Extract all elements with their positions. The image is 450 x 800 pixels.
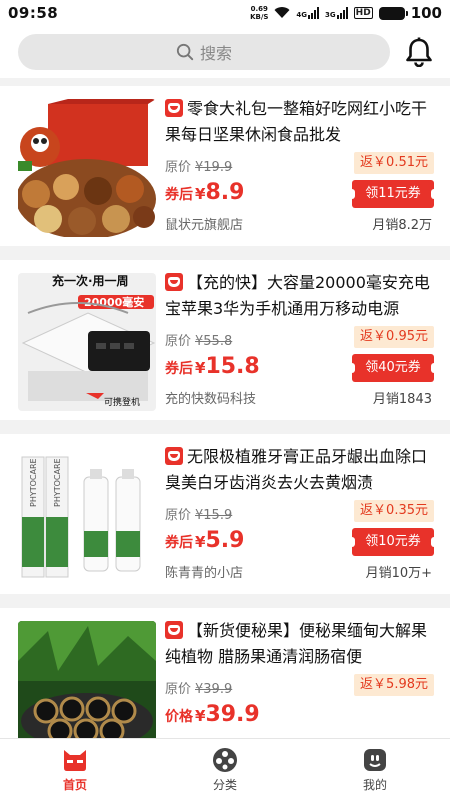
svg-text:充一次·用一周: 充一次·用一周: [52, 273, 129, 288]
status-icons: 0.69 KB/S 4G 3G HD 100: [250, 4, 442, 23]
product-card[interactable]: 充一次·用一周 20000毫安 可携登机 【充的快】大容量20000毫安充电宝苹…: [0, 260, 450, 420]
tmall-icon: [165, 621, 183, 639]
monthly-sales: 月销8.2万: [372, 218, 432, 233]
svg-text:PHYTOCARE: PHYTOCARE: [29, 458, 38, 507]
monthly-sales: 月销10万+: [365, 566, 432, 581]
bell-icon[interactable]: [404, 37, 434, 67]
original-price: 原价 ¥55.8: [165, 334, 233, 349]
battery-percent: 100: [410, 4, 442, 22]
search-input[interactable]: 搜索: [18, 34, 390, 70]
product-image-powerbank: 充一次·用一周 20000毫安 可携登机: [18, 273, 156, 411]
coupon-price: 券后 ¥15.8: [165, 354, 260, 379]
original-price: 原价 ¥19.9: [165, 160, 233, 175]
tab-label: 我的: [362, 777, 387, 792]
monthly-sales: 月销1843: [372, 392, 432, 407]
get-coupon-button[interactable]: 领11元券: [349, 180, 437, 208]
shop-name: 充的快数码科技: [165, 392, 257, 407]
price: 价格 ¥39.9: [165, 702, 260, 727]
tab-label: 首页: [62, 777, 87, 792]
product-image-toothpaste: PHYTOCARE PHYTOCARE: [18, 447, 156, 585]
tab-home[interactable]: 首页: [0, 739, 150, 800]
home-cat-icon: [62, 747, 88, 773]
rebate-badge: 返￥0.95元: [354, 326, 434, 348]
product-card[interactable]: PHYTOCARE PHYTOCARE 无限极植雅牙膏正品牙龈出血除口臭美白牙齿…: [0, 434, 450, 594]
coupon-price: 券后 ¥8.9: [165, 180, 245, 205]
original-price: 原价 ¥15.9: [165, 508, 233, 523]
svg-text:可携登机: 可携登机: [104, 396, 140, 408]
tab-category[interactable]: 分类: [150, 739, 300, 800]
shop-name: 鼠状元旗舰店: [165, 218, 244, 233]
header: 搜索: [0, 26, 450, 78]
rebate-badge: 返￥0.51元: [354, 152, 434, 174]
tab-label: 分类: [212, 777, 237, 792]
product-image-laxative-fruit: [18, 621, 156, 748]
wifi-icon: [274, 4, 290, 23]
tmall-icon: [165, 273, 183, 291]
profile-icon: [362, 747, 388, 773]
product-title[interactable]: 零食大礼包一整箱好吃网红小吃干果每日坚果休闲食品批发: [165, 96, 435, 148]
status-time: 09:58: [8, 4, 59, 22]
svg-text:PHYTOCARE: PHYTOCARE: [53, 458, 62, 507]
coupon-price: 券后 ¥5.9: [165, 528, 245, 553]
rebate-badge: 返￥0.35元: [354, 500, 434, 522]
status-bar: 09:58 0.69 KB/S 4G 3G HD 100: [0, 0, 450, 26]
category-dots-icon: [212, 747, 238, 773]
search-placeholder: 搜索: [199, 44, 232, 63]
product-title[interactable]: 【充的快】大容量20000毫安充电宝苹果3华为手机通用万移动电源: [165, 270, 435, 322]
product-title[interactable]: 【新货便秘果】便秘果缅甸大解果纯植物 腊肠果通清润肠宿便: [165, 618, 435, 670]
bottom-tab-bar: 首页 分类 我的: [0, 738, 450, 800]
tmall-icon: [165, 99, 183, 117]
signal-3g-icon: 3G: [325, 7, 348, 19]
hd-icon: HD: [353, 7, 373, 19]
get-coupon-button[interactable]: 领40元券: [349, 354, 437, 382]
product-image-snacks: [18, 99, 156, 237]
tab-profile[interactable]: 我的: [300, 739, 450, 800]
product-card[interactable]: 【新货便秘果】便秘果缅甸大解果纯植物 腊肠果通清润肠宿便 原价 ¥39.9 返￥5…: [0, 608, 450, 748]
get-coupon-button[interactable]: 领10元券: [349, 528, 437, 556]
svg-text:20000毫安: 20000毫安: [84, 295, 144, 309]
rebate-badge: 返￥5.98元: [354, 674, 434, 696]
network-speed: 0.69 KB/S: [250, 5, 269, 21]
signal-4g-icon: 4G: [296, 7, 320, 19]
product-title[interactable]: 无限极植雅牙膏正品牙龈出血除口臭美白牙齿消炎去火去黄烟渍: [165, 444, 435, 496]
original-price: 原价 ¥39.9: [165, 682, 233, 697]
battery-icon: [378, 6, 408, 20]
product-card[interactable]: 零食大礼包一整箱好吃网红小吃干果每日坚果休闲食品批发 原价 ¥19.9 返￥0.5…: [0, 86, 450, 246]
shop-name: 陈青青的小店: [165, 566, 244, 581]
search-icon: [176, 43, 194, 61]
tmall-icon: [165, 447, 183, 465]
